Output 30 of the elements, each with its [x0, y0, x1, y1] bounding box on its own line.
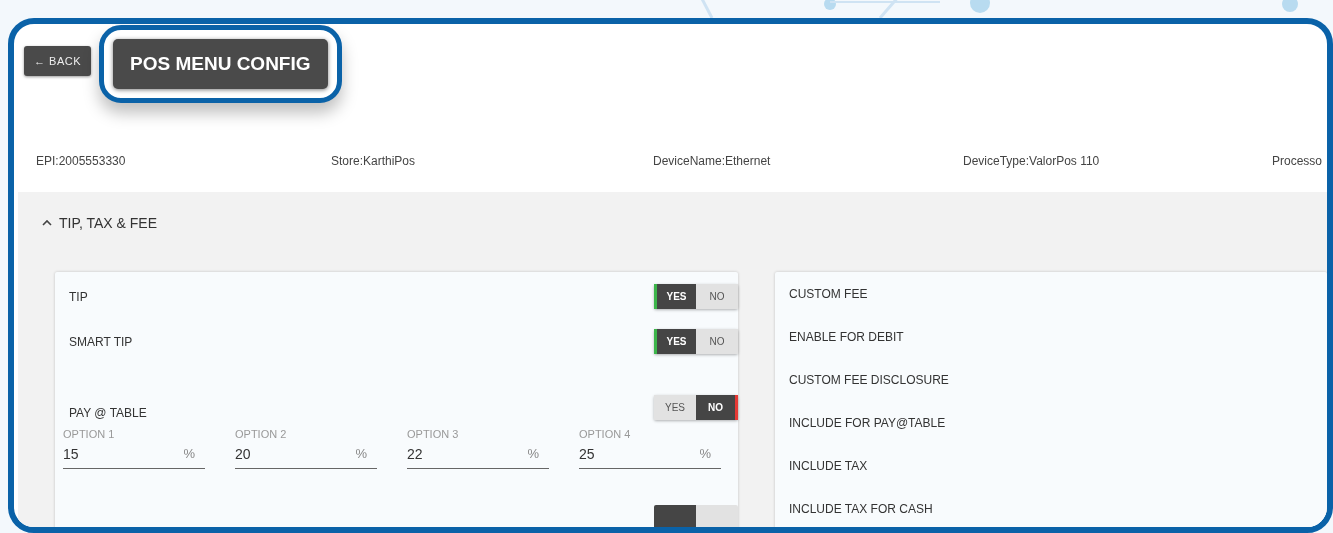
- toggle-option[interactable]: YES: [654, 329, 696, 354]
- percent-input-field[interactable]: OPTION 1 15 %: [63, 428, 205, 469]
- device-info-text: DeviceName:Ethernet: [653, 154, 772, 168]
- toggle-option[interactable]: YES: [654, 284, 696, 309]
- device-info-text: EPI:2005553330: [36, 154, 127, 168]
- device-info-text: DeviceType:ValorPos 110: [963, 154, 1101, 168]
- device-info-text: Store:KarthiPos: [331, 154, 417, 168]
- setting-label: SMART TIP: [69, 334, 133, 349]
- setting-label: PAY @ TABLE: [69, 406, 147, 420]
- section-title: TIP, TAX & FEE: [59, 215, 158, 231]
- toggle-switch[interactable]: [654, 505, 738, 527]
- toggle-option[interactable]: NO: [696, 284, 738, 309]
- percent-input-field[interactable]: OPTION 2 20 %: [235, 428, 377, 469]
- device-info-text: Processo: [1272, 154, 1324, 168]
- chevron-icon: [42, 219, 52, 227]
- toggle-option[interactable]: YES: [654, 395, 696, 420]
- toggle-option[interactable]: NO: [696, 329, 738, 354]
- setting-label: CUSTOM FEE: [789, 286, 868, 301]
- setting-label: INCLUDE TAX FOR CASH: [789, 501, 933, 516]
- back-button[interactable]: ← BACK: [24, 46, 91, 76]
- title-button[interactable]: POS MENU CONFIG: [113, 39, 328, 89]
- percent-input-field[interactable]: OPTION 3 22 %: [407, 428, 549, 469]
- setting-label: TIP: [69, 289, 88, 304]
- setting-label: ENABLE FOR DEBIT: [789, 329, 904, 344]
- toggle-option[interactable]: NO: [696, 395, 738, 420]
- percent-input-field[interactable]: OPTION 4 25 %: [579, 428, 721, 469]
- section-header[interactable]: TIP, TAX & FEE: [18, 192, 1327, 254]
- setting-label: CUSTOM FEE DISCLOSURE: [789, 372, 949, 387]
- setting-label: INCLUDE TAX: [789, 458, 868, 473]
- setting-label: INCLUDE FOR PAY@TABLE: [789, 415, 946, 430]
